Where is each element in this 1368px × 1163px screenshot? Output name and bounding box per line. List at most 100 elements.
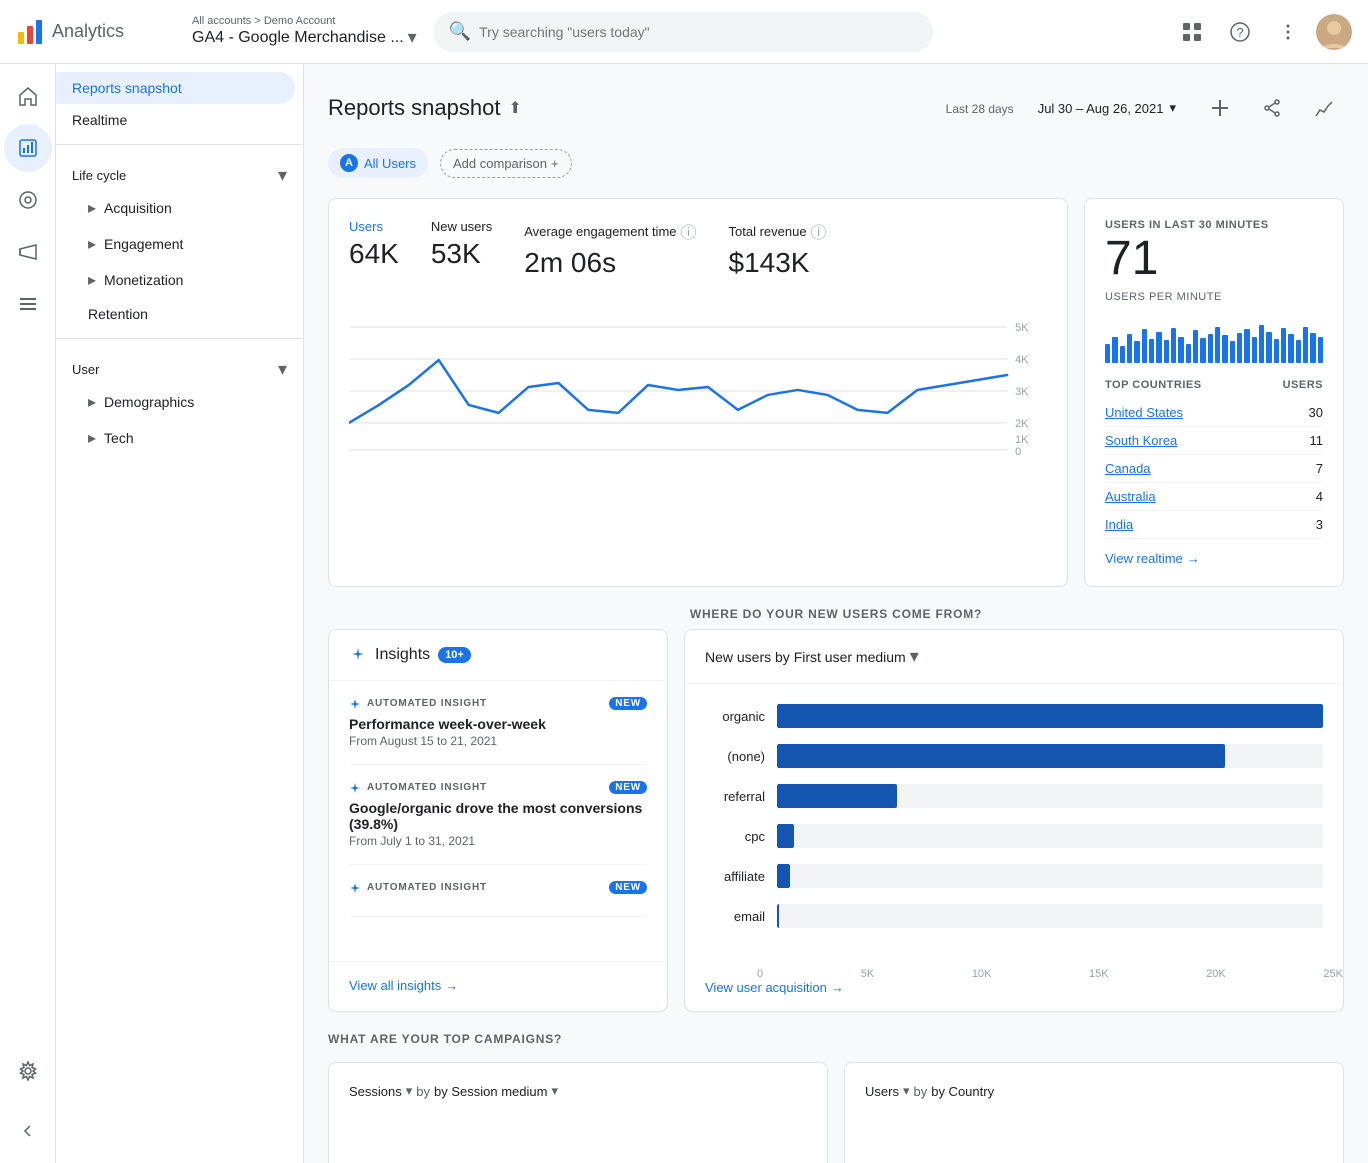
mini-bar [1156, 332, 1161, 363]
insight-item: AUTOMATED INSIGHT New Google/organic dro… [349, 765, 647, 865]
sparkle-icon [349, 782, 361, 794]
account-selector[interactable]: All accounts > Demo Account GA4 - Google… [192, 15, 417, 48]
acquisition-title[interactable]: New users by First user medium ▾ [705, 646, 1323, 667]
account-name[interactable]: GA4 - Google Merchandise ... ▾ [192, 27, 417, 48]
acquisition-bar-row: organic [705, 704, 1323, 728]
insights-count-badge: 10+ [438, 647, 471, 663]
bar-fill [777, 864, 790, 888]
x-axis-label: 20K [1206, 968, 1226, 980]
nav-engagement[interactable]: ▸ Engagement [56, 226, 295, 262]
nav-retention[interactable]: Retention [56, 298, 295, 330]
insights-header: Insights 10+ [329, 630, 667, 681]
analytics-insights-icon[interactable] [1304, 88, 1344, 128]
sidebar-icons [0, 64, 56, 1163]
help-icon[interactable]: ? [1220, 12, 1260, 52]
insight-item: AUTOMATED INSIGHT New [349, 865, 647, 917]
mini-bar [1244, 329, 1249, 363]
mini-bar [1318, 337, 1323, 363]
x-axis-label: 0 [757, 968, 763, 980]
country-rows: United States30South Korea11Canada7Austr… [1105, 399, 1323, 539]
bar-track [777, 784, 1323, 808]
country-name[interactable]: United States [1105, 405, 1183, 420]
svg-text:1K: 1K [1015, 434, 1029, 446]
insights-footer: View all insights → [329, 961, 667, 1009]
country-count: 30 [1309, 405, 1323, 420]
bar-fill [777, 904, 779, 928]
mini-bar [1142, 329, 1147, 363]
bar-label: organic [705, 709, 765, 724]
customize-report-icon[interactable] [1200, 88, 1240, 128]
x-axis-label: 25K [1323, 968, 1343, 980]
sidebar-advertising-btn[interactable] [4, 228, 52, 276]
sidebar-configure-btn[interactable] [4, 280, 52, 328]
bar-label: affiliate [705, 869, 765, 884]
svg-text:?: ? [1236, 25, 1243, 40]
mini-bar [1171, 328, 1176, 363]
nav-acquisition[interactable]: ▸ Acquisition [56, 190, 295, 226]
search-input[interactable] [479, 24, 917, 40]
account-breadcrumb: All accounts > Demo Account [192, 15, 417, 27]
more-options-icon[interactable] [1268, 12, 1308, 52]
engagement-label: Average engagement time ⓘ [524, 219, 696, 243]
country-name[interactable]: Canada [1105, 461, 1151, 476]
x-axis-label: 10K [972, 968, 992, 980]
sidebar-home-btn[interactable] [4, 72, 52, 120]
nav-divider-2 [56, 338, 303, 339]
add-comparison-plus-icon: + [551, 156, 559, 171]
campaign-sessions-title[interactable]: Sessions ▾ by by Session medium ▾ [349, 1083, 807, 1099]
bar-track [777, 744, 1323, 768]
view-realtime-link[interactable]: View realtime → [1105, 551, 1323, 566]
add-comparison-button[interactable]: Add comparison + [440, 149, 572, 178]
bar-track [777, 824, 1323, 848]
left-navigation: Reports snapshot Realtime Life cycle ▾ ▸… [56, 64, 304, 1163]
export-icon[interactable]: ⬆ [508, 98, 521, 118]
engagement-info-icon[interactable]: ⓘ [681, 219, 697, 243]
view-user-acquisition-link[interactable]: View user acquisition → [685, 980, 1343, 1011]
sidebar-settings-btn[interactable] [4, 1047, 52, 1095]
acquisition-x-labels: 05K10K15K20K25K [685, 968, 1343, 980]
users-label: Users [349, 219, 399, 234]
country-name[interactable]: Australia [1105, 489, 1156, 504]
nav-demographics[interactable]: ▸ Demographics [56, 384, 295, 420]
mini-bar [1164, 340, 1169, 363]
acquisition-bar-chart: organic (none) referral cpc affiliate em… [685, 684, 1343, 964]
sessions-dropdown-icon: ▾ [406, 1083, 413, 1099]
date-range-button[interactable]: Jul 30 – Aug 26, 2021 ▾ [1026, 94, 1188, 122]
mini-bar [1193, 330, 1198, 363]
apps-icon[interactable] [1172, 12, 1212, 52]
user-avatar[interactable] [1316, 14, 1352, 50]
new-badge: New [609, 881, 647, 894]
sidebar-reports-btn[interactable] [4, 124, 52, 172]
nav-monetization[interactable]: ▸ Monetization [56, 262, 295, 298]
acquisition-bar-row: referral [705, 784, 1323, 808]
bar-label: email [705, 909, 765, 924]
country-name[interactable]: South Korea [1105, 433, 1177, 448]
share-report-icon[interactable] [1252, 88, 1292, 128]
mini-bar [1230, 341, 1235, 363]
nav-realtime[interactable]: Realtime [56, 104, 295, 136]
acquisition-dropdown-icon: ▾ [910, 646, 919, 667]
new-users-value: 53K [431, 238, 492, 270]
mini-bar [1281, 328, 1286, 363]
insight-auto-label: AUTOMATED INSIGHT New [349, 781, 647, 794]
view-all-insights-link[interactable]: View all insights → [349, 978, 647, 993]
bar-label: (none) [705, 749, 765, 764]
sidebar-collapse-btn[interactable] [4, 1107, 52, 1155]
nav-user-section[interactable]: User ▾ [56, 347, 303, 384]
new-badge: New [609, 781, 647, 794]
campaign-users-title[interactable]: Users ▾ by by Country [865, 1083, 1323, 1099]
country-name[interactable]: India [1105, 517, 1133, 532]
revenue-info-icon[interactable]: ⓘ [811, 219, 827, 243]
monetization-expand-icon: ▸ [88, 270, 96, 290]
tech-expand-icon: ▸ [88, 428, 96, 448]
campaigns-section-title: WHAT ARE YOUR TOP CAMPAIGNS? [328, 1032, 1344, 1046]
nav-lifecycle-section[interactable]: Life cycle ▾ [56, 153, 303, 190]
view-acquisition-arrow-icon: → [831, 980, 844, 995]
nav-reports-snapshot[interactable]: Reports snapshot [56, 72, 295, 104]
all-users-chip[interactable]: A All Users [328, 148, 428, 178]
sidebar-explore-btn[interactable] [4, 176, 52, 224]
search-bar[interactable]: 🔍 [433, 12, 933, 52]
line-chart-svg: 5K 4K 3K 2K 1K 0 01 Aug 08 15 22 [349, 295, 1047, 455]
country-row: South Korea11 [1105, 427, 1323, 455]
nav-tech[interactable]: ▸ Tech [56, 420, 295, 456]
